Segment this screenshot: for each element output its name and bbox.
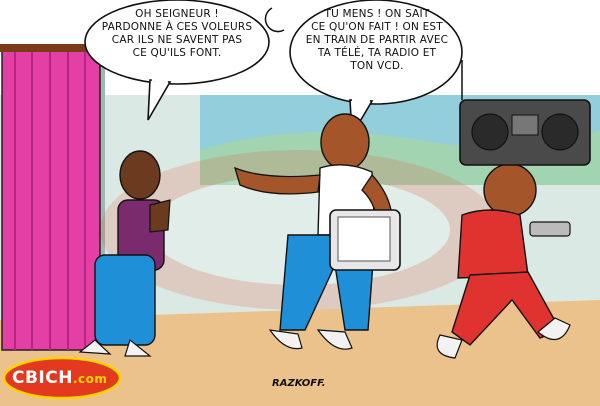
cartoon-panel: OH SEIGNEUR ! PARDONNE À CES VOLEURS CAR…	[0, 0, 600, 406]
curtain	[0, 44, 104, 351]
speech-bubble-right-text: TU MENS ! ON SAIT CE QU'ON FAIT ! ON EST…	[305, 8, 449, 72]
logo-suffix: .com	[72, 372, 108, 386]
logo-main: CBICH	[12, 368, 73, 388]
cartoon-illustration	[0, 0, 600, 406]
logo-text: CBICH.com	[12, 368, 107, 388]
artist-signature: RAZKOFF.	[272, 378, 326, 389]
speech-bubble-left-text: OH SEIGNEUR ! PARDONNE À CES VOLEURS CAR…	[101, 8, 253, 59]
stolen-vcd	[529, 221, 571, 237]
